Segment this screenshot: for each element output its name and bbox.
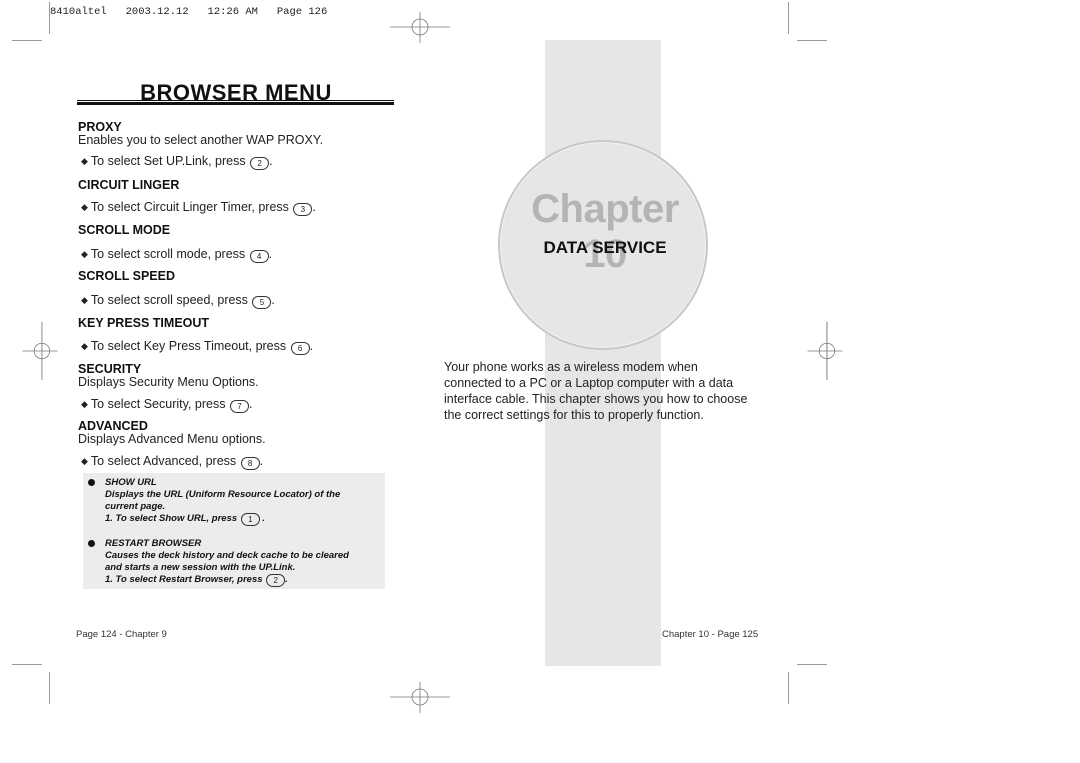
- section-heading-advanced: ADVANCED: [78, 419, 148, 433]
- intro-line: Your phone works as a wireless modem whe…: [444, 360, 698, 374]
- section-description: Displays Advanced Menu options.: [78, 432, 266, 446]
- instruction-item: ◆ To select scroll mode, press 4.: [81, 247, 273, 263]
- section-description: Enables you to select another WAP PROXY.: [78, 133, 324, 147]
- note-restart-browser: RESTART BROWSER Causes the deck history …: [88, 538, 349, 587]
- intro-line: interface cable. This chapter shows you …: [444, 392, 748, 406]
- keypad-2-icon: 2: [250, 157, 270, 170]
- section-heading-scroll-mode: SCROLL MODE: [78, 223, 171, 237]
- instruction-text: To select Circuit Linger Timer, press: [90, 200, 289, 214]
- diamond-bullet-icon: ◆: [81, 399, 88, 409]
- crop-mark: [788, 672, 789, 704]
- registration-mark-icon: [390, 682, 450, 713]
- section-heading-security: SECURITY: [78, 362, 142, 376]
- diamond-bullet-icon: ◆: [81, 156, 88, 166]
- keypad-6-icon: 6: [290, 342, 310, 355]
- intro-line: the correct settings for this to properl…: [444, 408, 704, 422]
- note-step: 1. To select Restart Browser, press 2.: [105, 574, 288, 587]
- note-line: Causes the deck history and deck cache t…: [105, 550, 349, 561]
- crop-mark: [49, 672, 50, 704]
- print-slug: 8410altel 2003.12.12 12:26 AM Page 126: [50, 6, 328, 18]
- diamond-bullet-icon: ◆: [81, 202, 88, 212]
- chapter-title: DATA SERVICE: [543, 238, 667, 257]
- keypad-7-icon: 7: [229, 400, 249, 413]
- title-rule: [77, 100, 394, 101]
- note-step-text: 1. To select Restart Browser, press: [105, 574, 263, 585]
- keypad-3-icon: 3: [293, 203, 313, 216]
- right-page-footer: Chapter 10 - Page 125: [662, 629, 759, 640]
- keypad-5-icon: 5: [252, 296, 272, 309]
- bullet-dot-icon: [88, 479, 95, 486]
- instruction-item: ◆ To select Security, press 7.: [81, 397, 253, 413]
- crop-mark: [12, 664, 42, 665]
- bullet-dot-icon: [88, 540, 95, 547]
- crop-mark: [49, 2, 50, 34]
- note-title: SHOW URL: [105, 477, 157, 488]
- chapter-intro: Your phone works as a wireless modem whe…: [444, 359, 774, 423]
- keypad-2-icon: 2: [266, 574, 286, 587]
- instruction-item: ◆ To select Key Press Timeout, press 6.: [81, 339, 314, 355]
- registration-mark-icon: [807, 321, 843, 380]
- note-step: 1. To select Show URL, press 1 .: [105, 513, 266, 526]
- section-heading-scroll-speed: SCROLL SPEED: [78, 269, 176, 283]
- keypad-8-icon: 8: [240, 457, 260, 470]
- instruction-text: To select Key Press Timeout, press: [90, 339, 287, 353]
- note-show-url: SHOW URL Displays the URL (Uniform Resou…: [88, 477, 340, 526]
- instruction-item: ◆ To select scroll speed, press 5.: [81, 293, 275, 309]
- registration-mark-icon: [390, 12, 450, 43]
- keypad-1-icon: 1: [240, 513, 260, 526]
- note-line: current page.: [105, 501, 166, 512]
- diamond-bullet-icon: ◆: [81, 295, 88, 305]
- keypad-4-icon: 4: [249, 250, 269, 263]
- crop-mark: [797, 40, 827, 41]
- section-heading-proxy: PROXY: [78, 120, 122, 134]
- left-page-footer: Page 124 - Chapter 9: [76, 629, 167, 640]
- diamond-bullet-icon: ◆: [81, 249, 88, 259]
- note-step-text: 1. To select Show URL, press: [105, 513, 238, 524]
- chapter-label: Chapter 10: [531, 187, 679, 276]
- instruction-text: To select Advanced, press: [90, 454, 237, 468]
- instruction-text: To select scroll speed, press: [90, 293, 248, 307]
- instruction-text: To select Set UP.Link, press: [90, 154, 246, 168]
- section-heading-circuit-linger: CIRCUIT LINGER: [78, 178, 180, 192]
- note-line: and starts a new session with the UP.Lin…: [105, 562, 296, 573]
- note-line: Displays the URL (Uniform Resource Locat…: [105, 489, 341, 500]
- section-heading-key-press-timeout: KEY PRESS TIMEOUT: [78, 316, 210, 330]
- instruction-item: ◆ To select Circuit Linger Timer, press 3…: [81, 200, 316, 216]
- instruction-item: ◆ To select Set UP.Link, press 2.: [81, 154, 273, 170]
- registration-mark-icon: [22, 321, 58, 380]
- diamond-bullet-icon: ◆: [81, 341, 88, 351]
- crop-mark: [797, 664, 827, 665]
- instruction-text: To select scroll mode, press: [90, 247, 246, 261]
- diamond-bullet-icon: ◆: [81, 456, 88, 466]
- chapter-tab-band: [545, 40, 661, 666]
- crop-mark: [788, 2, 789, 34]
- intro-line: connected to a PC or a Laptop computer w…: [444, 376, 734, 390]
- note-title: RESTART BROWSER: [105, 538, 202, 549]
- title-rule: [77, 102, 394, 105]
- instruction-item: ◆ To select Advanced, press 8.: [81, 454, 264, 470]
- instruction-text: To select Security, press: [90, 397, 226, 411]
- crop-mark: [12, 40, 42, 41]
- section-description: Displays Security Menu Options.: [78, 375, 259, 389]
